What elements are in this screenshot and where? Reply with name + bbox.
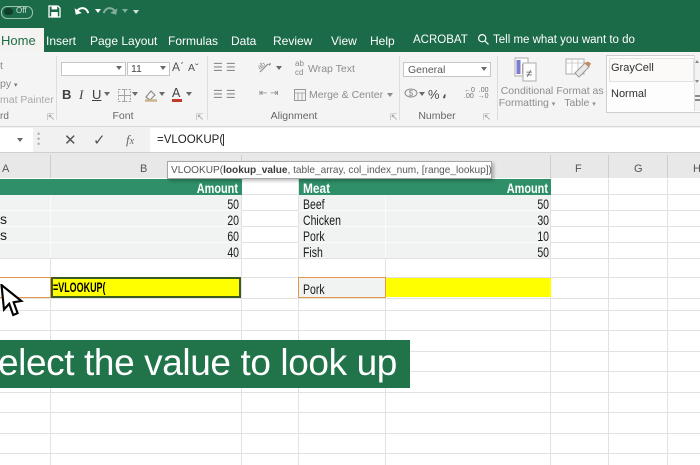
svg-text:ab: ab — [258, 61, 267, 71]
svg-text:$: $ — [409, 89, 414, 98]
svg-text:≠: ≠ — [526, 68, 532, 80]
